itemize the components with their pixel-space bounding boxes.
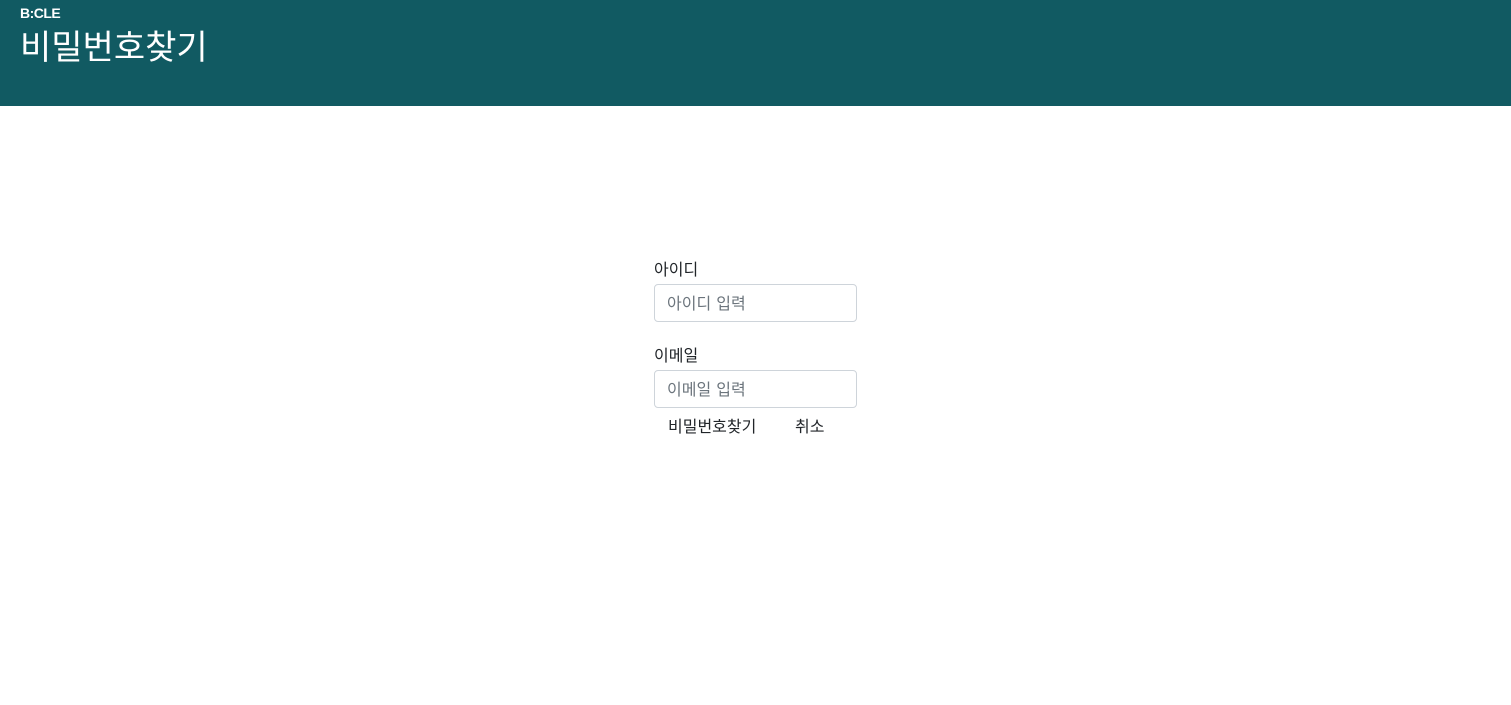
find-password-button[interactable]: 비밀번호찾기 [668,416,756,438]
id-label: 아이디 [654,260,699,279]
page-title: 비밀번호찾기 [20,28,208,68]
brand-logo[interactable]: B:CLE [20,5,61,21]
id-input[interactable] [654,284,857,322]
cancel-button[interactable]: 취소 [795,416,824,438]
email-input[interactable] [654,370,857,408]
email-label: 이메일 [654,346,699,365]
page-header: B:CLE 비밀번호찾기 [0,0,1511,106]
